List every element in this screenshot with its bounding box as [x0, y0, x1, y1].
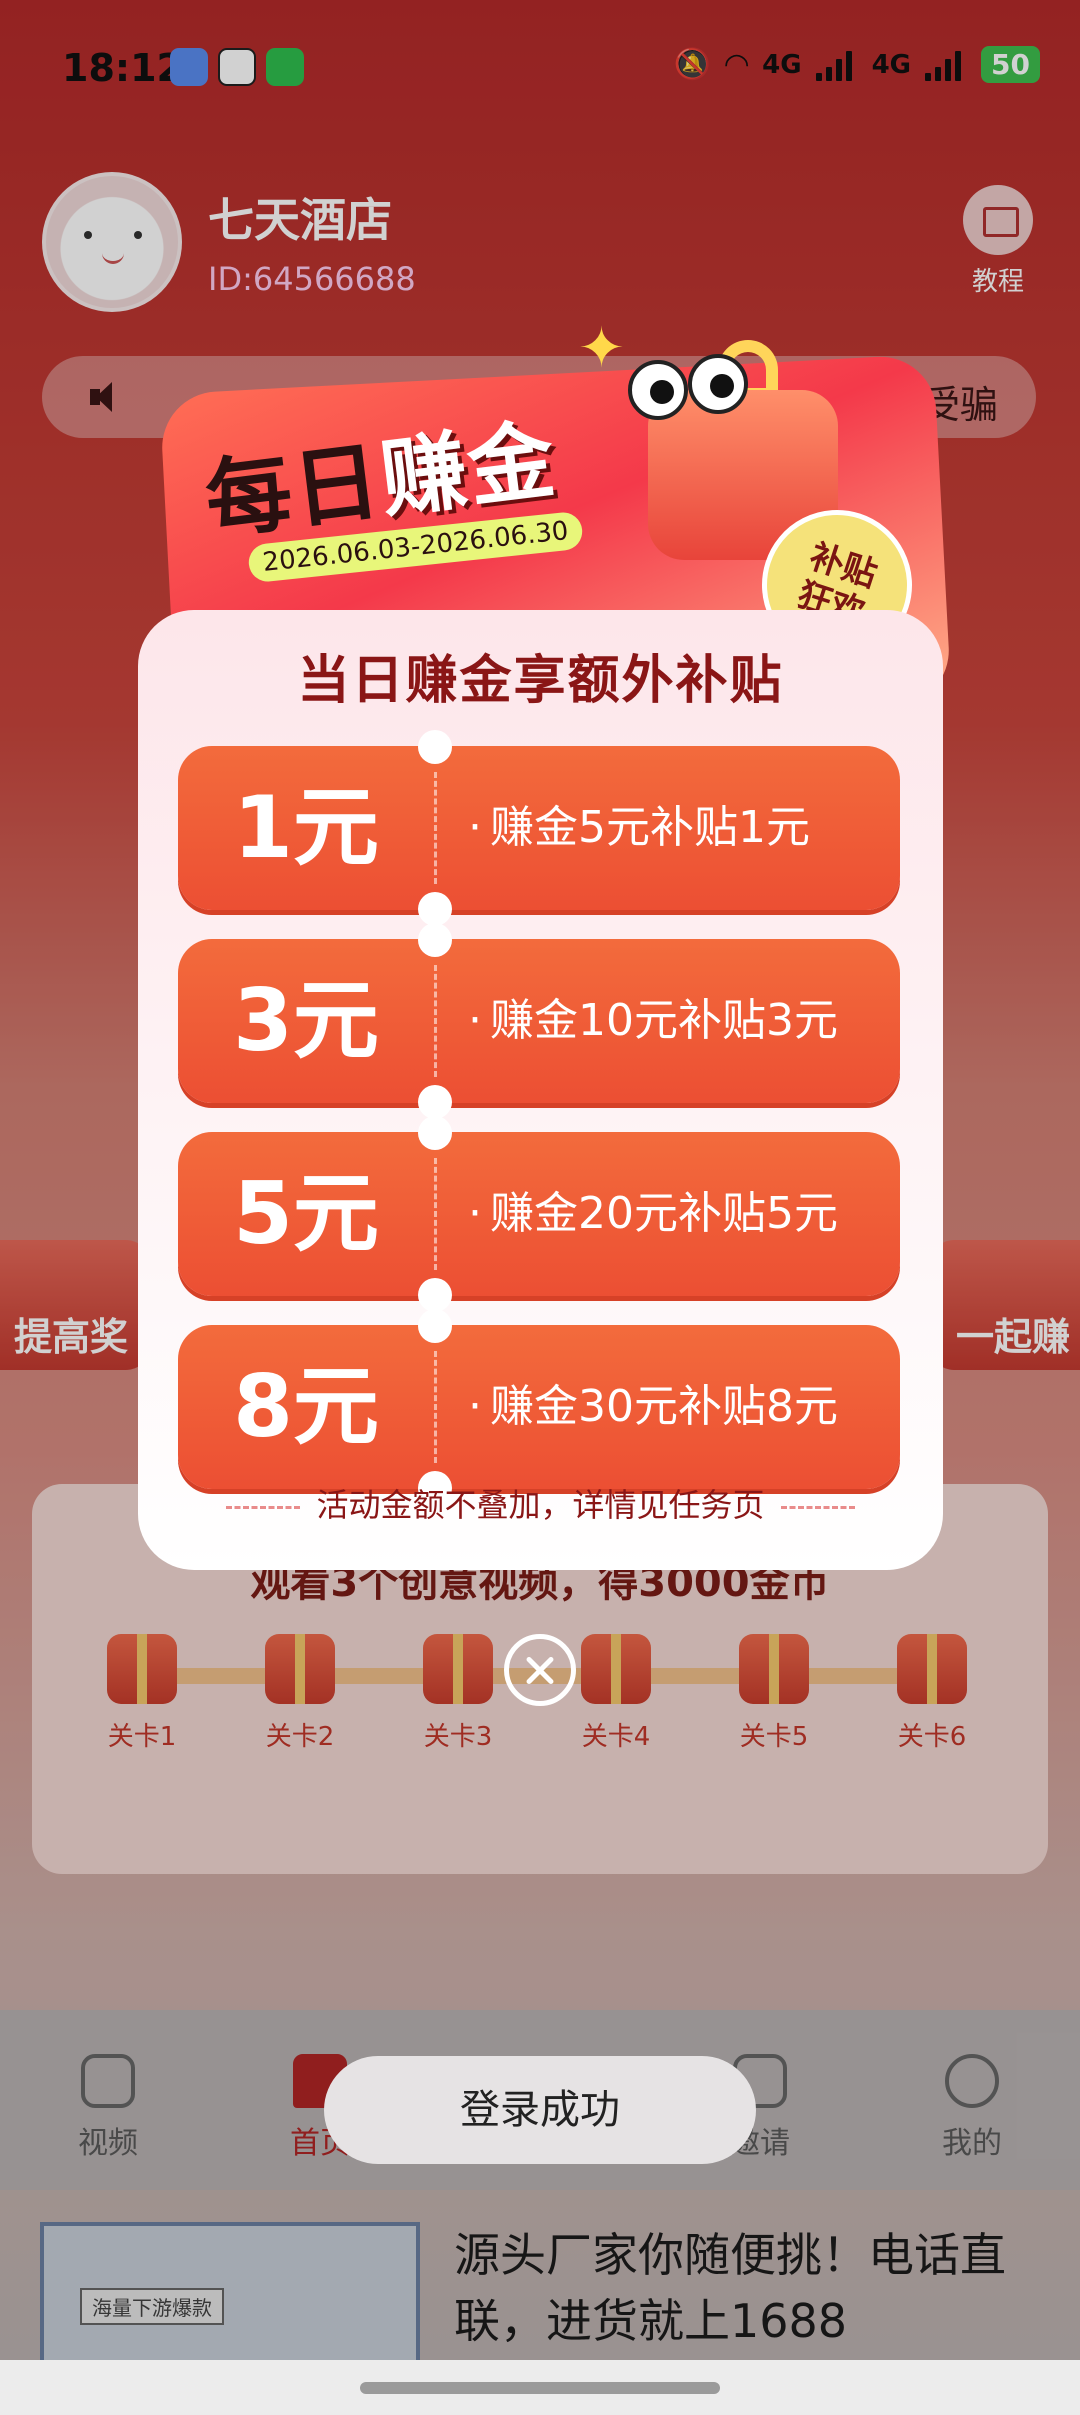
mascot-eye [628, 360, 688, 420]
daily-earn-popup: 每日赚金 2026.06.03-2026.06.30 ✦ 补贴 狂欢 当日赚金享… [138, 316, 952, 1570]
footnote-text: 活动金额不叠加，详情见任务页 [316, 1486, 765, 1524]
reward-tier: 3元 赚金10元补贴3元 [178, 923, 900, 1119]
popup-footnote: 活动金额不叠加，详情见任务页 [138, 1480, 943, 1526]
tier-amount: 1元 [233, 778, 379, 878]
mascot-eye [688, 354, 748, 414]
reward-tier: 8元 赚金30元补贴8元 [178, 1309, 900, 1505]
tier-desc: 赚金5元补贴1元 [468, 746, 810, 910]
tier-desc: 赚金10元补贴3元 [468, 939, 838, 1103]
close-popup-button[interactable] [504, 1634, 576, 1706]
tier-desc: 赚金20元补贴5元 [468, 1132, 838, 1296]
footnote-dash [780, 1505, 855, 1509]
tier-divider [434, 965, 437, 1077]
tier-divider [434, 772, 437, 884]
tier-amount: 5元 [233, 1164, 379, 1264]
home-indicator[interactable] [360, 2382, 720, 2394]
reward-tier: 1元 赚金5元补贴1元 [178, 730, 900, 926]
tier-amount: 3元 [233, 971, 379, 1071]
tier-amount: 8元 [233, 1357, 379, 1457]
popup-subtitle: 当日赚金享额外补贴 [297, 651, 784, 711]
reward-tier: 5元 赚金20元补贴5元 [178, 1116, 900, 1312]
popup-body: 当日赚金享额外补贴 1元 赚金5元补贴1元 3元 赚金10元补贴3元 5元 赚金… [138, 610, 943, 1570]
tier-desc: 赚金30元补贴8元 [468, 1325, 838, 1489]
login-success-toast: 登录成功 [324, 2056, 756, 2164]
popup-title-part2: 赚金 [374, 409, 562, 531]
tier-divider [434, 1158, 437, 1270]
tier-divider [434, 1351, 437, 1463]
footnote-dash [226, 1505, 301, 1509]
